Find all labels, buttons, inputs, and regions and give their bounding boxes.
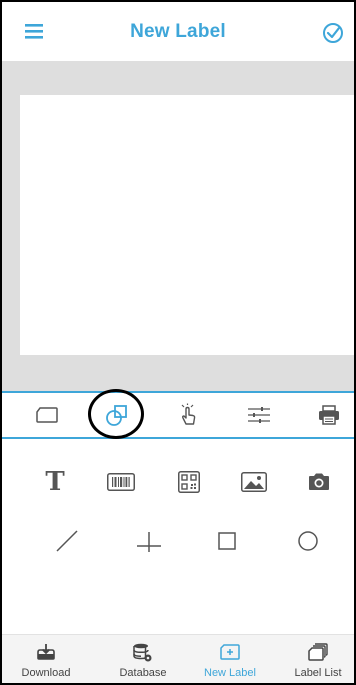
nav-database[interactable]: Database bbox=[99, 635, 187, 683]
add-photo-button[interactable] bbox=[294, 459, 344, 505]
printer-icon bbox=[319, 405, 339, 425]
nav-label: Database bbox=[119, 667, 167, 679]
nav-label: Download bbox=[21, 667, 71, 679]
add-barcode-button[interactable] bbox=[96, 459, 146, 505]
nav-download[interactable]: Download bbox=[2, 635, 90, 683]
adjust-tool[interactable] bbox=[234, 393, 284, 437]
qrcode-icon bbox=[178, 471, 200, 493]
confirm-button[interactable] bbox=[322, 22, 344, 44]
app-header: New Label bbox=[2, 2, 354, 61]
add-image-button[interactable] bbox=[229, 459, 279, 505]
nav-label: Label List bbox=[294, 667, 342, 679]
label-canvas[interactable] bbox=[20, 95, 354, 355]
bottom-nav: Download Database New Label Label List bbox=[2, 634, 354, 683]
new-label-icon bbox=[220, 644, 240, 660]
print-tool[interactable] bbox=[304, 393, 354, 437]
sliders-icon bbox=[248, 407, 270, 423]
crosshair-line-icon bbox=[137, 532, 161, 552]
label-shape-tool[interactable] bbox=[22, 393, 72, 437]
rectangle-icon bbox=[218, 532, 236, 550]
nav-label-list[interactable]: Label List bbox=[274, 635, 354, 683]
line-icon bbox=[56, 530, 78, 552]
label-list-icon bbox=[308, 643, 328, 661]
label-shape-icon bbox=[36, 407, 58, 423]
database-icon bbox=[133, 643, 152, 662]
select-tool[interactable] bbox=[163, 393, 213, 437]
add-line-button[interactable] bbox=[42, 518, 92, 564]
nav-new-label[interactable]: New Label bbox=[186, 635, 274, 683]
edit-toolbar bbox=[2, 393, 354, 437]
hand-tap-icon bbox=[181, 403, 196, 425]
nav-label: New Label bbox=[204, 667, 256, 679]
add-circle-button[interactable] bbox=[283, 518, 333, 564]
element-palette: T bbox=[2, 439, 354, 634]
image-icon bbox=[241, 472, 267, 492]
add-qrcode-button[interactable] bbox=[164, 459, 214, 505]
check-circle-icon bbox=[323, 23, 343, 43]
add-rectangle-button[interactable] bbox=[202, 518, 252, 564]
label-canvas-area bbox=[2, 61, 354, 391]
circle-icon bbox=[298, 531, 318, 551]
add-text-button[interactable]: T bbox=[30, 459, 80, 505]
app-frame: New Label T Download Database New Label … bbox=[0, 0, 356, 685]
camera-icon bbox=[309, 473, 329, 490]
page-title: New Label bbox=[130, 21, 226, 42]
shapes-tool[interactable] bbox=[92, 393, 142, 437]
barcode-icon bbox=[107, 473, 135, 491]
download-icon bbox=[37, 644, 55, 660]
shapes-overlap-icon bbox=[106, 405, 127, 426]
add-cross-line-button[interactable] bbox=[124, 518, 174, 564]
text-icon: T bbox=[45, 467, 65, 497]
